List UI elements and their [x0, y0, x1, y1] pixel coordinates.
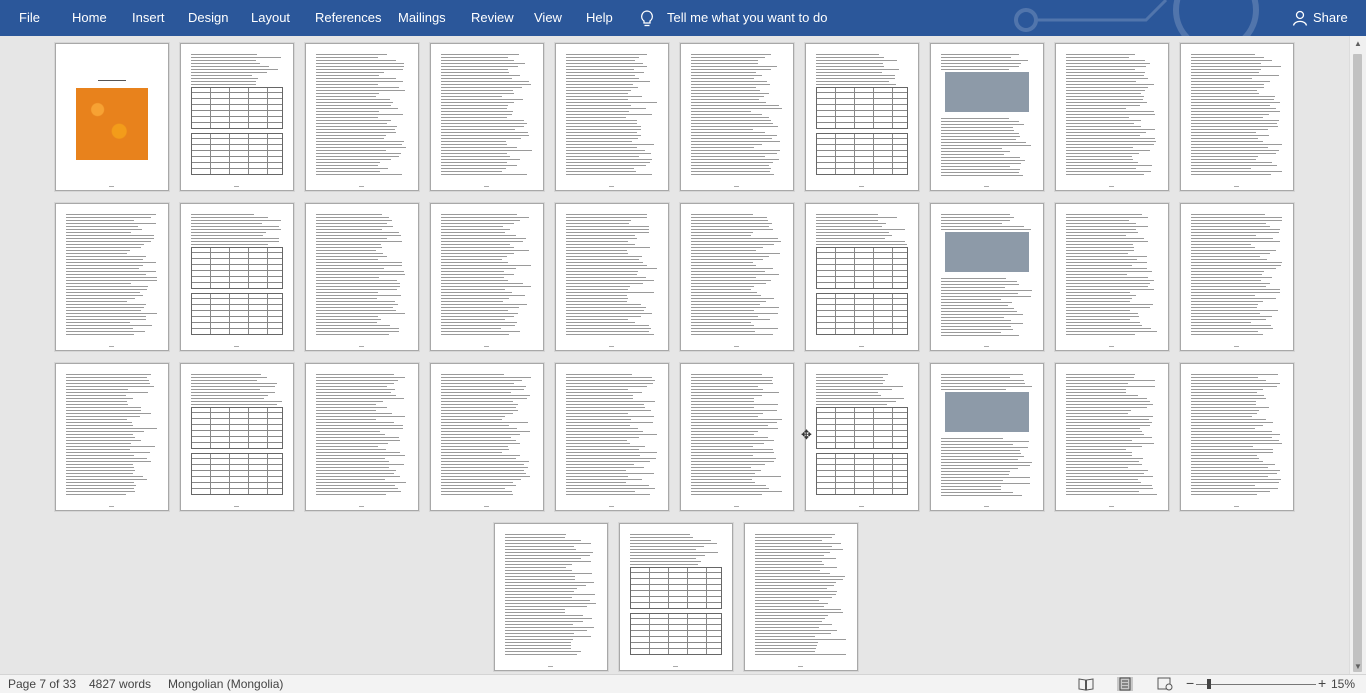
- zoom-out-button[interactable]: −: [1186, 675, 1194, 691]
- page-thumbnail[interactable]: [930, 43, 1044, 191]
- circuit-decoration-icon: [1014, 0, 1259, 36]
- share-button[interactable]: Share: [1313, 0, 1348, 36]
- tab-help[interactable]: Help: [586, 0, 613, 36]
- page-thumbnail[interactable]: [305, 363, 419, 511]
- page-thumbnail[interactable]: [180, 203, 294, 351]
- page-thumbnail[interactable]: [430, 43, 544, 191]
- move-cursor-icon: ✥: [801, 427, 812, 442]
- page-thumbnail[interactable]: [555, 203, 669, 351]
- page-thumbnail[interactable]: [680, 203, 794, 351]
- print-layout-icon[interactable]: [1117, 677, 1133, 691]
- page-thumbnail[interactable]: [1055, 203, 1169, 351]
- status-bar: Page 7 of 33 4827 words Mongolian (Mongo…: [0, 674, 1366, 693]
- tab-file[interactable]: File: [19, 0, 40, 36]
- page-thumbnail[interactable]: [744, 523, 858, 671]
- page-thumbnail[interactable]: [1180, 363, 1294, 511]
- tab-mailings[interactable]: Mailings: [398, 0, 446, 36]
- page-thumbnail[interactable]: [180, 363, 294, 511]
- web-layout-icon[interactable]: [1157, 677, 1173, 691]
- page-count[interactable]: Page 7 of 33: [8, 677, 76, 691]
- document-canvas[interactable]: [0, 36, 1350, 675]
- page-thumbnail[interactable]: [1055, 43, 1169, 191]
- page-thumbnail[interactable]: [55, 363, 169, 511]
- page-thumbnail[interactable]: [805, 43, 919, 191]
- vertical-scrollbar[interactable]: ▲ ▼: [1349, 36, 1366, 675]
- tab-insert[interactable]: Insert: [132, 0, 165, 36]
- page-thumbnail[interactable]: [55, 203, 169, 351]
- tab-references[interactable]: References: [315, 0, 381, 36]
- page-thumbnail[interactable]: [619, 523, 733, 671]
- language-indicator[interactable]: Mongolian (Mongolia): [168, 677, 283, 691]
- tab-view[interactable]: View: [534, 0, 562, 36]
- person-icon: [1292, 10, 1308, 26]
- page-thumbnail[interactable]: [55, 43, 169, 191]
- page-thumbnail[interactable]: [680, 43, 794, 191]
- page-thumbnail[interactable]: [430, 203, 544, 351]
- page-thumbnail[interactable]: [1180, 203, 1294, 351]
- page-thumbnail[interactable]: [1055, 363, 1169, 511]
- tab-design[interactable]: Design: [188, 0, 228, 36]
- ribbon: File Home Insert Design Layout Reference…: [0, 0, 1366, 36]
- page-thumbnail[interactable]: [305, 203, 419, 351]
- tab-review[interactable]: Review: [471, 0, 514, 36]
- page-thumbnail[interactable]: [805, 203, 919, 351]
- page-thumbnail[interactable]: [930, 363, 1044, 511]
- page-thumbnail[interactable]: [494, 523, 608, 671]
- page-thumbnail[interactable]: [1180, 43, 1294, 191]
- zoom-in-button[interactable]: +: [1318, 675, 1326, 691]
- page-thumbnail[interactable]: [430, 363, 544, 511]
- read-mode-icon[interactable]: [1078, 677, 1094, 691]
- scroll-thumb[interactable]: [1353, 54, 1362, 672]
- page-thumbnail[interactable]: [680, 363, 794, 511]
- page-thumbnail[interactable]: [805, 363, 919, 511]
- zoom-slider[interactable]: [1196, 684, 1316, 685]
- word-count[interactable]: 4827 words: [89, 677, 151, 691]
- scroll-down-icon[interactable]: ▼: [1350, 659, 1366, 675]
- scroll-up-icon[interactable]: ▲: [1350, 36, 1366, 52]
- tab-layout[interactable]: Layout: [251, 0, 290, 36]
- page-thumbnail[interactable]: [555, 43, 669, 191]
- tab-home[interactable]: Home: [72, 0, 107, 36]
- zoom-slider-thumb[interactable]: [1207, 679, 1211, 689]
- page-thumbnail[interactable]: [180, 43, 294, 191]
- page-thumbnail[interactable]: [305, 43, 419, 191]
- page-thumbnail[interactable]: [555, 363, 669, 511]
- lightbulb-icon: [641, 10, 653, 27]
- page-thumbnail[interactable]: [930, 203, 1044, 351]
- zoom-level[interactable]: 15%: [1331, 677, 1355, 691]
- tell-me-search[interactable]: Tell me what you want to do: [667, 0, 827, 36]
